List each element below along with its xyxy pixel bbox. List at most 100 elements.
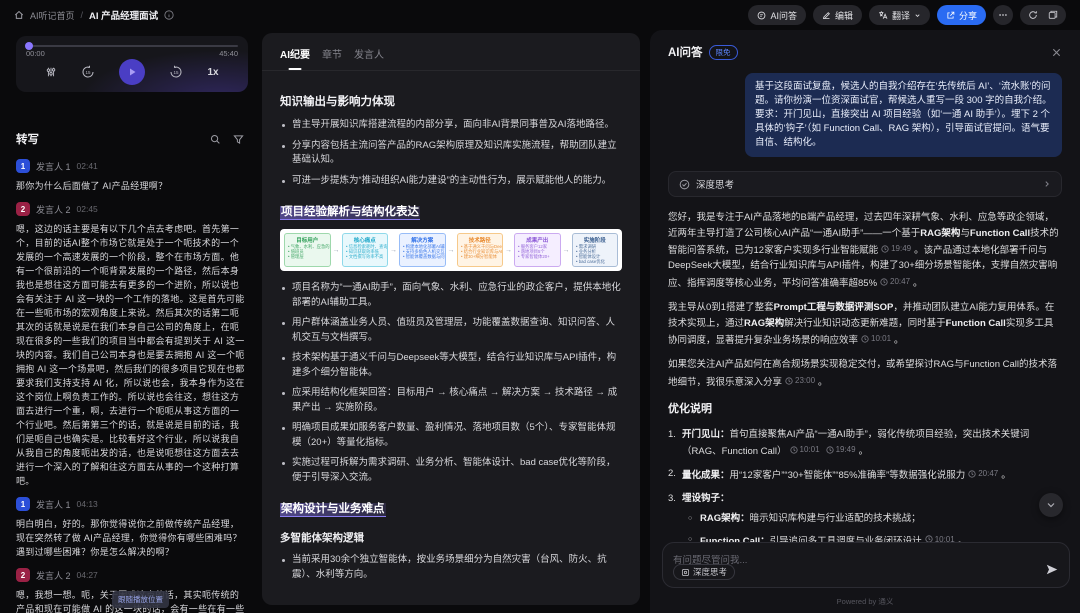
playback-speed[interactable]: 1x	[207, 67, 218, 78]
ai-qa-panel: AI问答 限免 基于这段面试复盘，候选人的自我介绍存在‘先传统后 AI’、‘流水…	[650, 30, 1080, 613]
tab-chapters[interactable]: 章节	[322, 46, 342, 70]
transcript-entry-header: 2 发言人 2 02:45	[16, 202, 246, 216]
transcript-timestamp: 04:27	[77, 570, 98, 580]
summary-bullet-list: 曾主导开展知识库搭建流程的内部分享，面向非AI背景同事普及AI落地路径。分享内容…	[280, 118, 622, 188]
summary-subheading: 多智能体架构逻辑	[280, 530, 622, 545]
flow-box-title: 成果产出	[518, 236, 557, 244]
rewind-15-icon[interactable]: 15	[81, 65, 95, 79]
answer-list-item: 量化成果：用“12家客户”“30+智能体”“85%准确率”等数据强化说服力20:…	[668, 466, 1062, 483]
summary-bullet: 曾主导开展知识库搭建流程的内部分享，面向非AI背景同事普及AI落地路径。	[280, 118, 622, 133]
flow-arrow-icon: →	[505, 247, 512, 254]
flow-box-title: 解决方案	[403, 236, 442, 244]
follow-playback-pill[interactable]: 跟随播放位置	[112, 591, 169, 608]
svg-text:15: 15	[174, 70, 180, 75]
deep-think-collapsed-bar[interactable]: 深度思考	[668, 171, 1062, 197]
flow-box-lines: • 气象、水利、应急的政企人员• 值班员• 管理层	[288, 245, 327, 260]
flow-box: 技术路径• 基于通义千问与Deepseek大模型• 结合行业知识库与API插件•…	[457, 233, 504, 267]
free-badge: 限免	[709, 45, 738, 60]
panel-layout-icon[interactable]	[1048, 10, 1058, 20]
speaker-badge: 2	[16, 568, 30, 582]
user-message-bubble: 基于这段面试复盘，候选人的自我介绍存在‘先传统后 AI’、‘流水账’的问题。请你…	[745, 73, 1062, 157]
summary-bullet: 技术架构基于通义千问与Deepseek等大模型，结合行业知识库与API插件，构建…	[280, 351, 622, 380]
flow-box: 目标用户• 气象、水利、应急的政企人员• 值班员• 管理层	[284, 233, 331, 267]
ai-answer: 您好，我是专注于AI产品落地的B端产品经理，过去四年深耕气象、水利、应急等政企领…	[668, 210, 1062, 555]
flow-box-title: 目标用户	[288, 236, 327, 244]
answer-paragraph: 我主导从0到1搭建了整套Prompt工程与数据评测SOP，并推动团队建立AI能力…	[668, 300, 1062, 348]
transcript-text: 嗯，这边的话主要是有以下几个点去考虑吧。首先第一个，目前的话AI整个市场它就是处…	[16, 222, 246, 488]
timestamp-chip[interactable]: 10:01	[861, 331, 891, 347]
answer-paragraph: 您好，我是专注于AI产品落地的B端产品经理，过去四年深耕气象、水利、应急等政企领…	[668, 210, 1062, 291]
tab-speakers[interactable]: 发言人	[354, 46, 384, 70]
deep-think-toggle[interactable]: 深度思考	[673, 564, 735, 580]
speaker-badge: 2	[16, 202, 30, 216]
flow-box-title: 技术路径	[461, 236, 500, 244]
summary-bullet: 应采用结构化框架回答：目标用户 → 核心痛点 → 解决方案 → 技术路径 → 成…	[280, 386, 622, 415]
timestamp-chip[interactable]: 19:49	[881, 241, 911, 257]
timestamp-chip[interactable]: 10:01	[790, 442, 820, 458]
check-circle-icon	[679, 179, 690, 190]
search-icon[interactable]	[210, 134, 221, 145]
speaker-name: 发言人 2	[36, 203, 71, 216]
transcript-entry[interactable]: 1发言人 102:41那你为什么后面做了 AI产品经理啊？	[16, 159, 246, 193]
timestamp-chip[interactable]: 23:00	[785, 373, 815, 389]
powered-by: Powered by 通义	[650, 596, 1080, 607]
breadcrumb-home[interactable]: AI听记首页	[30, 9, 75, 22]
breadcrumb: AI听记首页 / AI 产品经理面试	[14, 8, 174, 22]
share-button[interactable]: 分享	[937, 5, 986, 25]
deep-think-icon	[681, 568, 690, 577]
flow-box-lines: • 基于通义千问与Deepseek大模型• 结合行业知识库与API插件• 建30…	[461, 245, 500, 260]
close-icon[interactable]	[1051, 47, 1062, 58]
share-icon	[946, 11, 955, 20]
translate-icon	[878, 10, 888, 20]
summary-bullet: 分享内容包括主流问答产品的RAG架构原理及知识库实施流程，帮助团队建立基础认知。	[280, 139, 622, 168]
transcript-text: 那你为什么后面做了 AI产品经理啊？	[16, 179, 246, 193]
more-actions-button[interactable]	[993, 5, 1013, 25]
summary-bullet-list: 项目名称为“一通AI助手”，面向气象、水利、应急行业的政企客户，提供本地化部署的…	[280, 281, 622, 485]
summary-heading-link[interactable]: 架构设计与业务难点	[280, 499, 622, 517]
transcript-entry[interactable]: 2 发言人 2 02:45 嗯，这边的话主要是有以下几个点去考虑吧。首先第一个，目前的…	[16, 202, 246, 488]
refresh-icon[interactable]	[1028, 10, 1038, 20]
transcript-panel: 00:00 45:40 15 15 1x 转写 1发言人 102:41那你为什么…	[0, 30, 256, 613]
progress-bar[interactable]	[26, 45, 238, 47]
send-icon[interactable]	[1046, 564, 1058, 575]
transcript-title: 转写	[16, 131, 198, 147]
flowchart-image[interactable]: 目标用户• 气象、水利、应急的政企人员• 值班员• 管理层 → 核心痛点• 信息检索…	[280, 229, 622, 271]
answer-list-item: 开门见山：首句直接聚焦AI产品“一通AI助手”，弱化传统项目经验，突出技术关键词…	[668, 427, 1062, 460]
flow-box: 解决方案• 构建本地化部署AI辅助工具• 支持多角色人机交互• 智能体覆盖数据与…	[399, 233, 446, 267]
filter-icon[interactable]	[233, 134, 244, 145]
total-duration: 45:40	[219, 49, 238, 58]
home-icon[interactable]	[14, 10, 24, 20]
summary-heading-link[interactable]: 项目经验解析与结构化表达	[280, 202, 622, 220]
audio-settings-icon[interactable]	[45, 66, 57, 78]
flow-box-lines: • 信息检索耗时、查询难• 知识获取效率低• 文档撰写效率不高	[346, 245, 385, 260]
info-icon[interactable]	[164, 10, 174, 20]
edit-button[interactable]: 编辑	[813, 5, 862, 25]
summary-bullet: 当前采用30余个独立智能体，按业务场景细分为自然灾害（台风、防火、抗震）、水利等…	[280, 553, 622, 582]
timestamp-chip[interactable]: 20:47	[968, 466, 998, 482]
flow-box-title: 核心痛点	[346, 236, 385, 244]
summary-bullet: 明确项目成果如服务客户数量、盈利情况、落地项目数（5个）、专家智能体规模（20+…	[280, 421, 622, 450]
question-input-box: 深度思考	[662, 542, 1070, 588]
timestamp-chip[interactable]: 19:49	[826, 442, 856, 458]
elapsed-time: 00:00	[26, 49, 45, 58]
forward-15-icon[interactable]: 15	[169, 65, 183, 79]
answer-list-item: 埋设钩子：RAG架构：暗示知识库构建与行业适配的技术挑战；Function Ca…	[668, 491, 1062, 549]
transcript-entry[interactable]: 1发言人 104:13明白明白，好的。那你觉得说你之前做传统产品经理，现在突然转…	[16, 497, 246, 559]
transcript-timestamp: 02:41	[77, 161, 98, 171]
translate-button[interactable]: 翻译	[869, 5, 930, 25]
transcript-timestamp: 02:45	[77, 204, 98, 214]
transcript-list: 1发言人 102:41那你为什么后面做了 AI产品经理啊？2发言人 202:45…	[16, 150, 246, 613]
summary-bullet: 可进一步提炼为“推动组织AI能力建设”的主动性行为，展示赋能他人的能力。	[280, 174, 622, 189]
timestamp-chip[interactable]: 20:47	[880, 274, 910, 290]
flow-box: 实施阶段• 需求调研• 业务分析• 智能体设计• bad case优化	[572, 233, 619, 267]
tab-ai-minutes[interactable]: AI纪要	[280, 46, 310, 70]
flow-arrow-icon: →	[390, 247, 397, 254]
transcript-text: 明白明白，好的。那你觉得说你之前做传统产品经理，现在突然转了做 AI产品经理，你…	[16, 517, 246, 559]
ai-qa-button[interactable]: AI问答	[748, 5, 806, 25]
answer-numbered-list: 开门见山：首句直接聚焦AI产品“一通AI助手”，弱化传统项目经验，突出技术关键词…	[668, 427, 1062, 556]
scroll-to-bottom-button[interactable]	[1039, 493, 1063, 517]
ai-qa-icon	[757, 11, 766, 20]
chevron-down-icon	[914, 12, 921, 19]
play-button[interactable]	[119, 59, 145, 85]
transcript-entry-header: 2发言人 204:27	[16, 568, 246, 582]
